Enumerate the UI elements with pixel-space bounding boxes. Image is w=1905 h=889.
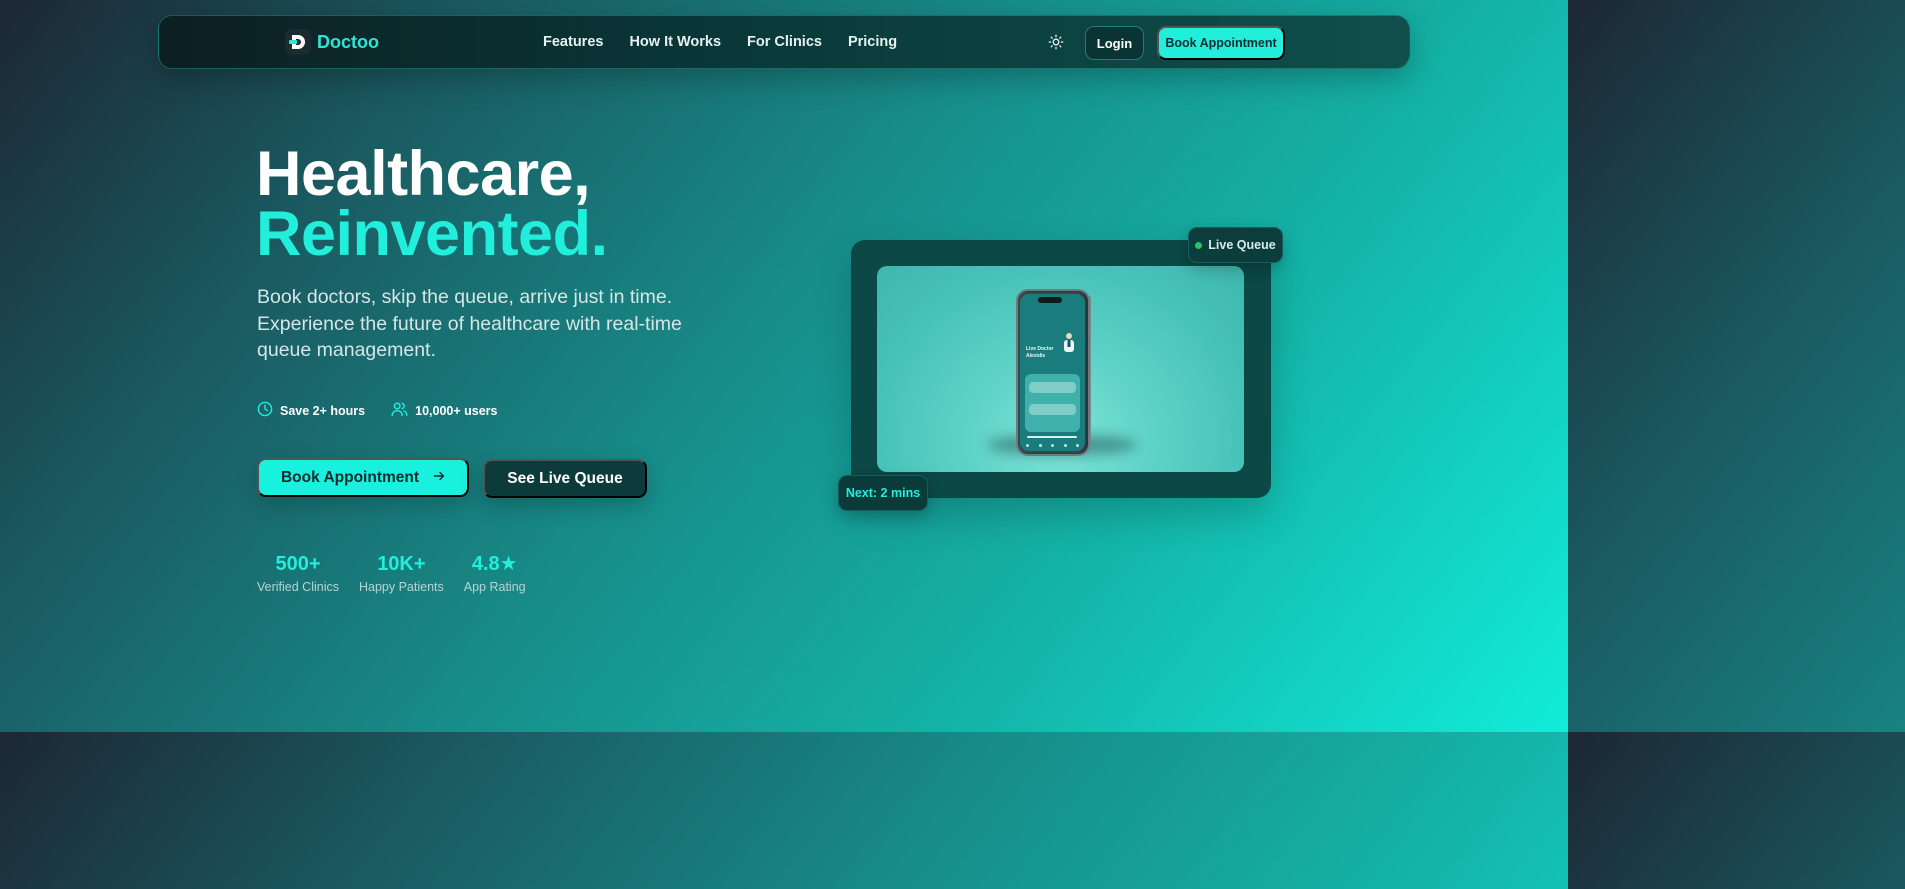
doctoo-logo-icon: [285, 29, 311, 55]
screen-row: [1029, 382, 1076, 393]
stats-row: 500+ Verified Clinics 10K+ Happy Patient…: [257, 552, 526, 594]
top-navbar: Doctoo Features How It Works For Clinics…: [158, 15, 1410, 69]
next-wait-badge: Next: 2 mins: [838, 475, 928, 511]
hero-title-line2: Reinvented.: [256, 199, 608, 269]
feature-save-time: Save 2+ hours: [257, 401, 365, 420]
stat-value: 500+: [275, 553, 321, 575]
screen-title-line2: Alexidis: [1026, 353, 1046, 359]
nav-book-appointment-button[interactable]: Book Appointment: [1157, 26, 1285, 60]
stat-value: 4.8★: [471, 553, 518, 575]
feature-label: 10,000+ users: [415, 403, 498, 418]
screen-progress: [1027, 436, 1077, 438]
stat-verified-clinics: 500+ Verified Clinics: [257, 552, 339, 594]
screen-title: Live Doctor Alexidis: [1026, 346, 1054, 360]
users-icon: [391, 401, 408, 420]
feature-users: 10,000+ users: [391, 401, 498, 420]
hero-features: Save 2+ hours 10,000+ users: [257, 401, 498, 420]
stat-value: 10K+: [377, 553, 426, 575]
book-appointment-button[interactable]: Book Appointment: [257, 458, 469, 497]
sun-icon[interactable]: [1048, 34, 1064, 50]
doctor-illustration-icon: [1064, 333, 1074, 352]
hero-subtitle: Book doctors, skip the queue, arrive jus…: [257, 286, 682, 361]
login-button[interactable]: Login: [1085, 26, 1144, 60]
live-queue-label: Live Queue: [1208, 238, 1276, 252]
brand-name: Doctoo: [317, 31, 379, 52]
brand-logo[interactable]: Doctoo: [285, 29, 379, 55]
phone-notch: [1038, 297, 1062, 303]
stat-app-rating: 4.8★ App Rating: [464, 552, 526, 594]
stat-happy-patients: 10K+ Happy Patients: [359, 552, 444, 594]
nav-link-for-clinics[interactable]: For Clinics: [747, 34, 822, 50]
phone-preview-image: Live Doctor Alexidis: [877, 266, 1244, 472]
stat-label: App Rating: [463, 580, 526, 594]
feature-label: Save 2+ hours: [280, 403, 366, 418]
button-label: Book Appointment: [280, 468, 420, 486]
stat-label: Verified Clinics: [257, 580, 339, 594]
arrow-right-icon: [433, 469, 445, 487]
screen-title-line1: Live Doctor: [1026, 346, 1054, 352]
phone-screen: Live Doctor Alexidis: [1020, 294, 1085, 451]
nav-link-pricing[interactable]: Pricing: [848, 34, 897, 50]
see-live-queue-button[interactable]: See Live Queue: [483, 459, 647, 498]
live-queue-badge: Live Queue: [1188, 227, 1283, 263]
nav-links: Features How It Works For Clinics Pricin…: [543, 34, 897, 50]
stat-label: Happy Patients: [358, 580, 444, 594]
hero-title-line1: Healthcare,: [256, 139, 591, 209]
screen-tabbar: [1026, 444, 1079, 447]
hero-title: Healthcare, Reinvented.: [256, 139, 608, 269]
screen-row: [1029, 404, 1076, 415]
nav-link-features[interactable]: Features: [543, 34, 603, 50]
clock-icon: [257, 401, 273, 420]
live-status-dot-icon: [1195, 241, 1203, 249]
nav-link-how-it-works[interactable]: How It Works: [629, 34, 721, 50]
